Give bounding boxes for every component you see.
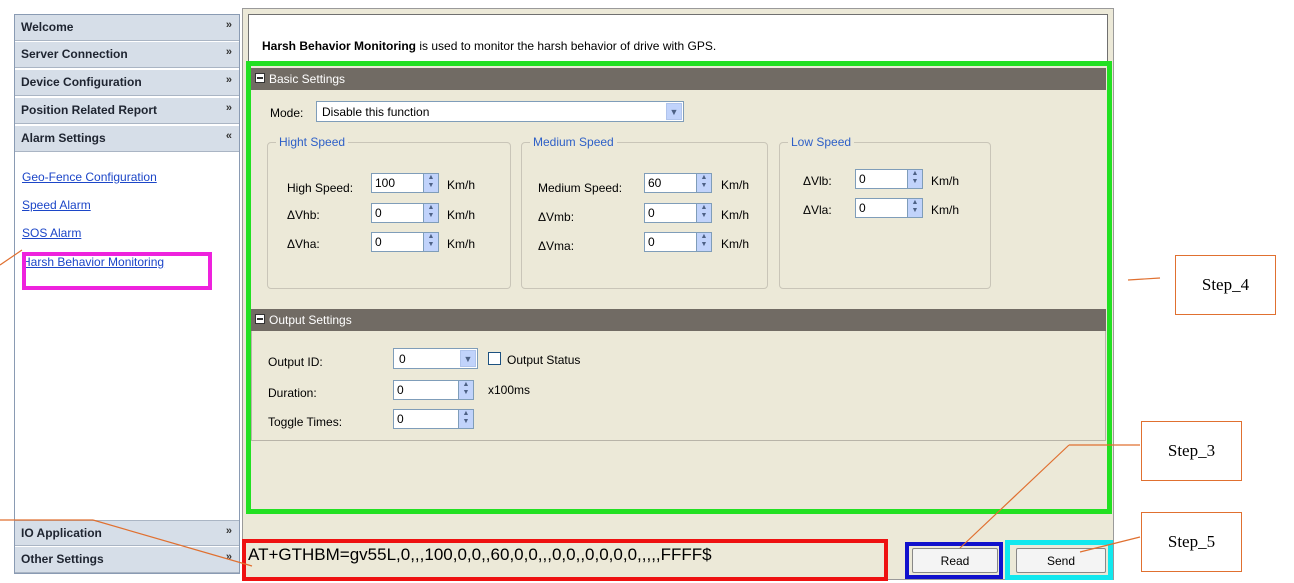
step-5-label: Step_5: [1141, 512, 1242, 572]
step-4-label: Step_4: [1175, 255, 1276, 315]
step-3-label: Step_3: [1141, 421, 1242, 481]
annotation-lines: [0, 249, 1161, 567]
